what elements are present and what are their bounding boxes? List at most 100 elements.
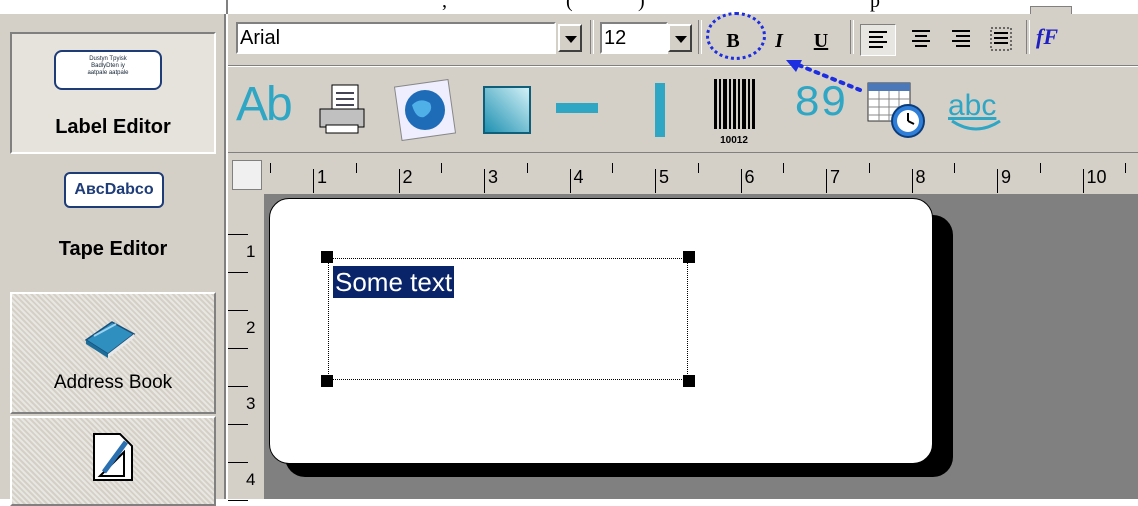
ruler-minor-tick — [868, 163, 870, 173]
top-control — [1030, 6, 1072, 14]
barcode-caption: 10012 — [720, 135, 748, 146]
ruler-major-tick — [740, 169, 742, 193]
ruler-major-tick — [655, 169, 656, 193]
editor-sidebar: Dustyn Tpyisk BadlyDten iy aatpale aatpa… — [0, 14, 226, 506]
justify-button[interactable] — [984, 24, 1018, 54]
highlight-circle — [706, 12, 766, 60]
divider — [850, 20, 854, 54]
align-left-button[interactable] — [860, 24, 896, 56]
ruler-major-tick — [228, 234, 248, 235]
ruler-minor-tick — [228, 424, 248, 425]
ruler-number: 4 — [573, 167, 584, 187]
top-fragment: p — [870, 0, 880, 12]
ruler-major-tick — [313, 169, 314, 193]
font-effects-button[interactable]: fF — [1036, 24, 1058, 50]
italic-button[interactable]: I — [766, 28, 792, 54]
format-toolbar: Arial 12 B I U fF — [228, 14, 1138, 66]
font-name-value: Arial — [240, 27, 281, 49]
divider — [698, 20, 702, 54]
ruler-minor-tick — [1039, 163, 1041, 173]
sidebar-item-label-editor[interactable]: Dustyn Tpyisk BadlyDten iy aatpale aatpa… — [10, 32, 216, 154]
align-right-button[interactable] — [944, 24, 978, 54]
ruler-number: 9 — [1001, 167, 1012, 187]
ruler-minor-tick — [228, 348, 248, 349]
ruler-minor-tick — [697, 163, 699, 173]
ruler-corner-button[interactable] — [232, 160, 262, 190]
ruler-number: 7 — [830, 167, 841, 187]
layout-tools-icon — [93, 433, 133, 481]
barcode-button[interactable]: 10012 — [712, 77, 756, 146]
font-effects-label: fF — [1036, 24, 1058, 49]
align-center-button[interactable] — [904, 24, 938, 54]
sidebar-item-layout-tools[interactable] — [10, 416, 216, 506]
sidebar-item-tape-editor[interactable]: AвcDabco Tape Editor — [10, 156, 216, 286]
ruler-number: 3 — [246, 394, 256, 413]
sidebar-item-label: Label Editor — [55, 116, 171, 138]
resize-handle-bottom-left[interactable] — [321, 375, 333, 387]
ruler-major-tick — [826, 169, 827, 193]
selected-text[interactable]: Some text — [333, 266, 455, 298]
resize-handle-top-right[interactable] — [683, 251, 695, 263]
ruler-major-tick — [569, 169, 571, 193]
ruler-number: 8 — [915, 167, 926, 187]
ruler-major-tick — [911, 169, 913, 193]
ruler-minor-tick — [228, 272, 248, 273]
ruler-number: 3 — [488, 167, 499, 187]
ruler-number: 10 — [1086, 167, 1107, 187]
label-icon-text: Dustyn Tpyisk BadlyDten iy aatpale aatpa… — [87, 56, 129, 76]
ruler-major-tick — [398, 169, 400, 193]
font-size-select[interactable]: 12 — [600, 22, 668, 54]
align-left-icon — [869, 31, 887, 48]
ruler-major-tick — [228, 462, 248, 463]
barcode-icon — [714, 79, 755, 129]
top-strip: , ( ) p — [0, 0, 1138, 14]
clip-art-button[interactable] — [394, 79, 456, 141]
ruler-minor-tick — [1125, 163, 1127, 173]
horizontal-line-button[interactable] — [554, 99, 600, 119]
ruler-number: 1 — [317, 167, 328, 187]
divider — [1026, 20, 1030, 54]
spell-check-button[interactable]: abc — [948, 89, 1004, 135]
ruler-minor-tick — [441, 163, 443, 173]
font-size-value: 12 — [604, 27, 627, 49]
vertical-ruler: 1 2 3 4 — [228, 194, 265, 501]
resize-handle-bottom-right[interactable] — [683, 375, 695, 387]
ruler-minor-tick — [526, 163, 528, 173]
ruler-minor-tick — [612, 163, 614, 173]
sidebar-item-label: Tape Editor — [58, 238, 168, 260]
ruler-number: 5 — [659, 167, 670, 187]
ruler-number: 2 — [246, 318, 256, 337]
ruler-number: 6 — [744, 167, 755, 187]
frame-tool-button[interactable] — [480, 83, 536, 137]
annotation-arrow-icon — [786, 60, 862, 92]
underline-button[interactable]: U — [806, 28, 836, 54]
vertical-line-button[interactable] — [650, 81, 670, 139]
ruler-minor-tick — [228, 500, 248, 501]
ruler-major-tick — [484, 169, 485, 193]
ruler-minor-tick — [355, 163, 357, 173]
font-name-select[interactable]: Arial — [236, 22, 556, 54]
ruler-minor-tick — [783, 163, 785, 173]
sidebar-item-label: Address Book — [53, 372, 173, 393]
text-tool-button[interactable]: Ab — [236, 75, 298, 135]
divider — [226, 0, 228, 14]
spell-check-icon — [951, 119, 1001, 131]
tape-icon: AвcDabco — [64, 172, 164, 208]
ruler-number: 2 — [402, 167, 413, 187]
label-icon: Dustyn Tpyisk BadlyDten iy aatpale aatpa… — [54, 50, 162, 90]
horizontal-ruler: 1234567891011 — [228, 152, 1138, 195]
top-fragment: ( — [566, 0, 573, 12]
font-name-dropdown-button[interactable] — [558, 24, 582, 52]
ruler-major-tick — [1082, 169, 1084, 193]
address-book-icon — [84, 321, 136, 358]
resize-handle-top-left[interactable] — [321, 251, 333, 263]
font-size-dropdown-button[interactable] — [668, 24, 692, 52]
ruler-major-tick — [228, 386, 248, 387]
ruler-number: 1 — [246, 242, 256, 261]
ruler-number: 4 — [246, 470, 256, 489]
sidebar-item-address-book[interactable]: Address Book — [10, 292, 216, 414]
import-tool-button[interactable] — [314, 81, 370, 137]
date-time-button[interactable] — [864, 77, 930, 143]
ruler-major-tick — [997, 169, 998, 193]
insert-toolbar: Ab 10012 89 abc — [228, 66, 1138, 152]
